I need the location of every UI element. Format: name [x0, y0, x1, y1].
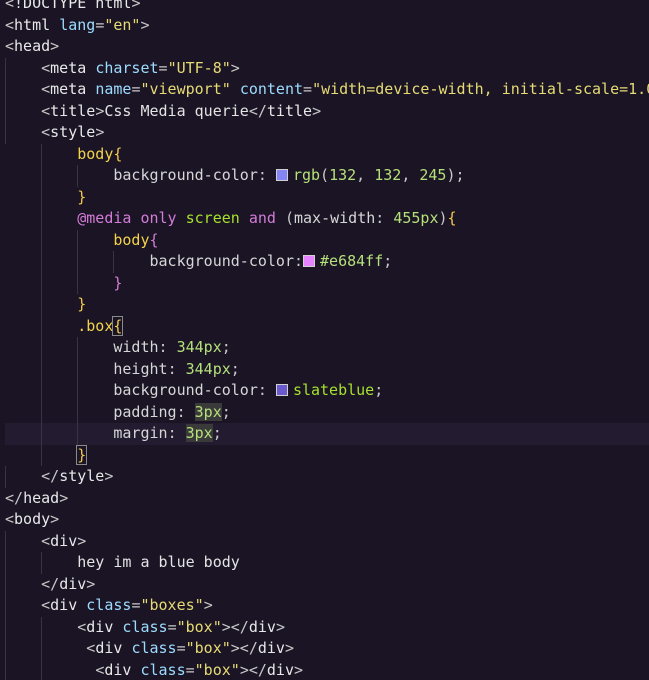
code-line: <div class="box"></div>: [5, 616, 649, 638]
code-line: @media only screen and (max-width: 455px…: [5, 208, 649, 230]
code-line: <head>: [5, 37, 60, 55]
code-line: </style>: [5, 466, 649, 488]
code-line: background-color: #e684ff;: [5, 251, 649, 273]
code-line: <html lang="en">: [5, 15, 150, 34]
code-line: <div class="boxes">: [5, 595, 649, 617]
code-line: <meta name="viewport" content="width=dev…: [5, 79, 649, 101]
code-line: <div class="box"></div>: [5, 659, 649, 680]
code-line: <title>Css Media querie</title>: [5, 100, 649, 122]
code-area[interactable]: <!DOCTYPE html> <html lang="en"> <head> …: [5, 0, 649, 680]
code-line: width: 344px;: [5, 337, 649, 359]
code-line: body{: [5, 229, 649, 251]
code-line: <div>: [5, 530, 649, 552]
code-line: </head>: [5, 488, 69, 507]
code-line: </div>: [5, 573, 649, 595]
code-line: body{: [5, 143, 649, 165]
line-text: !DOCTYPE html: [14, 0, 132, 12]
code-line-current[interactable]: margin: 3px;: [5, 423, 649, 445]
code-line: }: [5, 272, 649, 294]
color-swatch-slateblue[interactable]: [275, 384, 288, 396]
code-editor[interactable]: <!DOCTYPE html> <html lang="en"> <head> …: [0, 0, 649, 680]
code-line: }: [5, 444, 649, 466]
code-line: height: 344px;: [5, 358, 649, 380]
code-line: <div class="box"></div>: [5, 638, 649, 660]
code-line: background-color: rgb(132, 132, 245);: [5, 165, 649, 187]
code-line: hey im a blue body: [5, 552, 649, 574]
code-line: <meta charset="UTF-8">: [5, 57, 649, 79]
code-line: <body>: [5, 510, 60, 528]
code-line: }: [5, 294, 649, 316]
code-line: <style>: [5, 122, 649, 144]
code-line: padding: 3px;: [5, 401, 649, 423]
code-line: <!DOCTYPE html>: [5, 0, 649, 15]
color-swatch-rgb[interactable]: [275, 169, 288, 181]
code-line: .box{: [5, 315, 649, 337]
code-line: }: [5, 186, 649, 208]
color-swatch-hex[interactable]: [303, 255, 316, 267]
code-line: background-color: slateblue;: [5, 380, 649, 402]
